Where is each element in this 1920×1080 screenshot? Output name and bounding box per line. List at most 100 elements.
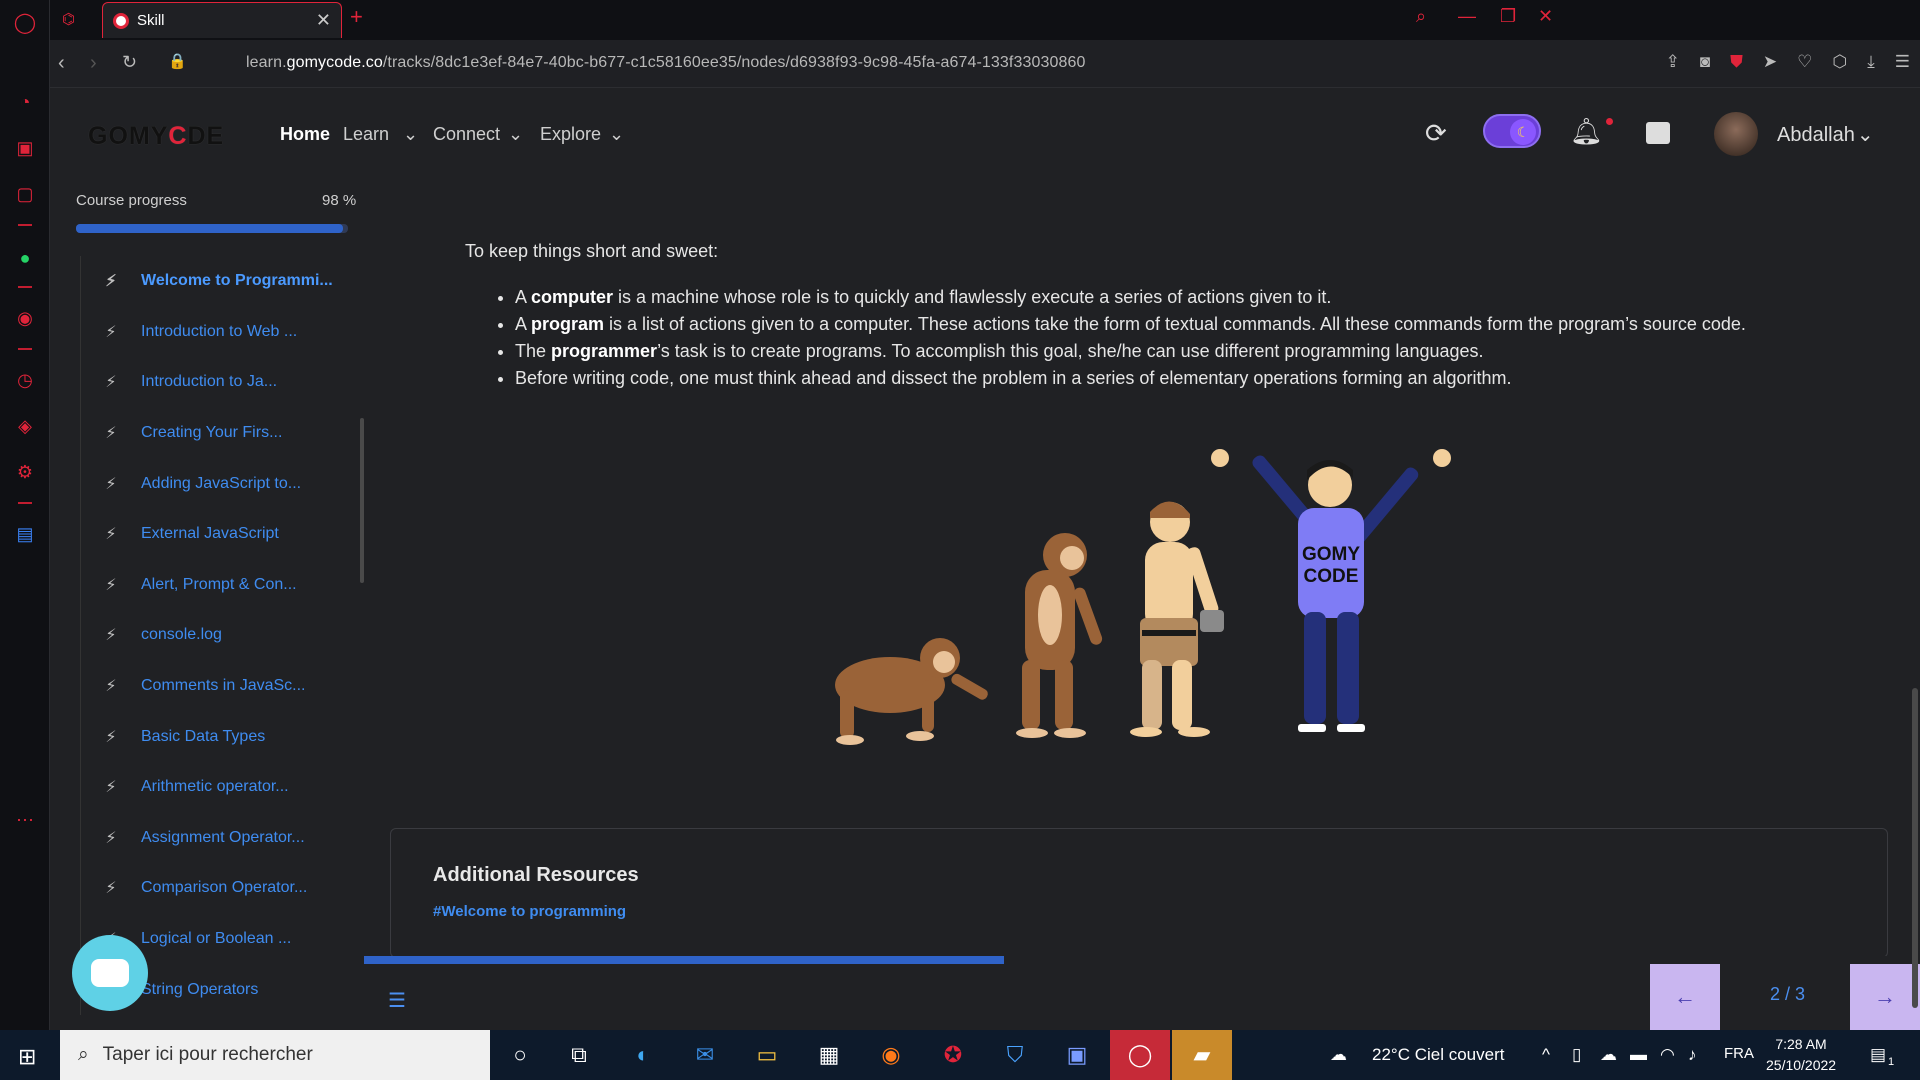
sync-icon[interactable]: ⟳	[1425, 118, 1447, 149]
opera-taskbar-icon[interactable]: ◯	[1110, 1030, 1170, 1080]
lesson-item[interactable]: ⚡︎ Assignment Operator...	[81, 813, 340, 864]
resource-link[interactable]: #Welcome to programming	[433, 903, 626, 920]
extensions-icon[interactable]: ⬡	[1832, 52, 1847, 72]
adblock-icon[interactable]: ⛊	[1730, 52, 1743, 72]
twitch-icon[interactable]: ▢	[13, 182, 37, 206]
meet-icon[interactable]: ▯	[1572, 1045, 1581, 1065]
previous-button[interactable]: ←	[1650, 964, 1720, 1030]
browser-tab[interactable]: Skill ✕	[102, 2, 342, 38]
reload-icon[interactable]: ↻	[122, 52, 137, 73]
nav-connect[interactable]: Connect ⌄	[433, 124, 523, 145]
lesson-item[interactable]: ⚡︎ External JavaScript	[81, 509, 340, 560]
settings-icon[interactable]: ⚙	[13, 460, 37, 484]
battery-icon[interactable]: ▬	[1630, 1045, 1647, 1065]
vpn-icon[interactable]: ⛉	[998, 1040, 1032, 1070]
edge-icon[interactable]: ◐	[626, 1040, 660, 1070]
cortana-icon[interactable]: ○	[503, 1040, 537, 1070]
messages-icon[interactable]	[1646, 122, 1670, 144]
lesson-item-label: Logical or Boolean ...	[141, 930, 292, 948]
opera-logo-icon[interactable]: ◯	[13, 10, 37, 34]
lesson-item[interactable]: ⚡︎ Comments in JavaSc...	[81, 661, 340, 712]
sidebar-divider	[18, 224, 32, 226]
list-item: The programmer’s task is to create progr…	[515, 338, 1746, 365]
wifi-icon[interactable]: ◠	[1660, 1045, 1675, 1065]
speed-dial-icon[interactable]: ◔	[13, 90, 37, 114]
folder-taskbar-icon[interactable]: ▰	[1172, 1030, 1232, 1080]
chat-support-button[interactable]	[72, 935, 148, 1011]
gomycode-logo[interactable]: GOMYCDE	[88, 122, 224, 151]
forward-icon[interactable]: ›	[90, 52, 97, 75]
mail-icon[interactable]: ✉	[688, 1040, 722, 1070]
language-indicator[interactable]: FRA	[1724, 1045, 1754, 1062]
player-icon[interactable]: ◉	[13, 306, 37, 330]
briefcase-icon[interactable]: ▣	[13, 136, 37, 160]
nav-learn[interactable]: Learn ⌄	[343, 124, 418, 145]
lesson-item[interactable]: ⚡︎ Introduction to Ja...	[81, 357, 340, 408]
sidebar-scrollbar[interactable]	[360, 418, 364, 583]
windows-taskbar: ⊞ ⌕ Taper ici pour rechercher ○ ⧉ ◐ ✉ ▭ …	[0, 1030, 1920, 1080]
firefox-icon[interactable]: ◉	[874, 1040, 908, 1070]
weather-text[interactable]: 22°C Ciel couvert	[1372, 1045, 1504, 1065]
volume-icon[interactable]: ♪	[1688, 1045, 1697, 1065]
next-button[interactable]: →	[1850, 964, 1920, 1030]
notification-center-icon[interactable]: ▤	[1870, 1045, 1886, 1065]
lesson-item[interactable]: ⚡︎ Creating Your Firs...	[81, 408, 340, 459]
chevron-up-icon[interactable]: ^	[1542, 1045, 1550, 1065]
share-icon[interactable]: ⇪	[1666, 52, 1680, 72]
store-icon[interactable]: ▦	[812, 1040, 846, 1070]
lesson-item[interactable]: ⚡︎ Introduction to Web ...	[81, 307, 340, 358]
taskbar-search[interactable]: ⌕ Taper ici pour rechercher	[60, 1030, 490, 1080]
whatsapp-icon[interactable]: ●	[13, 246, 37, 270]
windows-start-icon[interactable]: ⊞	[18, 1044, 36, 1070]
lesson-item[interactable]: ⚡︎ Alert, Prompt & Con...	[81, 560, 340, 611]
file-explorer-icon[interactable]: ▭	[750, 1040, 784, 1070]
tab-close-icon[interactable]: ✕	[316, 10, 331, 31]
lesson-item-label: Alert, Prompt & Con...	[141, 575, 297, 593]
lesson-item[interactable]: ⚡︎ Welcome to Programmi...	[81, 256, 340, 307]
close-window-icon[interactable]: ✕	[1538, 6, 1553, 27]
search-tabs-icon[interactable]: ⌕	[1416, 6, 1426, 27]
lesson-list-toggle-icon[interactable]: ☰	[388, 988, 406, 1013]
easy-setup-icon[interactable]: ☰	[1895, 52, 1910, 72]
download-icon[interactable]: ⤓	[1867, 52, 1875, 72]
minimize-icon[interactable]: —	[1458, 6, 1476, 27]
avatar[interactable]	[1714, 112, 1758, 156]
task-view-icon[interactable]: ⧉	[562, 1040, 596, 1070]
url-field[interactable]: learn.gomycode.co/tracks/8dc1e3ef-84e7-4…	[246, 54, 1085, 72]
programmer-figure: GOMY CODE	[1211, 449, 1451, 732]
lesson-item[interactable]: ⚡︎ Comparison Operator...	[81, 863, 340, 914]
page-scrollbar[interactable]	[1912, 688, 1918, 1008]
gx-control-icon[interactable]: ⌬	[62, 10, 75, 28]
lesson-item[interactable]: ⚡︎ Arithmetic operator...	[81, 762, 340, 813]
back-icon[interactable]: ‹	[58, 52, 65, 75]
lesson-list: ⚡︎ Welcome to Programmi... ⚡︎ Introduction …	[80, 256, 340, 1015]
lesson-item[interactable]: ⚡︎ console.log	[81, 610, 340, 661]
cube-icon[interactable]: ◈	[13, 414, 37, 438]
lesson-item[interactable]: ⚡︎ Adding JavaScript to...	[81, 458, 340, 509]
tab-title: Skill	[137, 12, 165, 29]
lesson-item[interactable]: ⚡︎ Basic Data Types	[81, 711, 340, 762]
clock[interactable]: 7:28 AM 25/10/2022	[1766, 1034, 1836, 1076]
restore-icon[interactable]: ❐	[1500, 6, 1516, 27]
onedrive-icon[interactable]: ☁	[1600, 1045, 1617, 1065]
phone-link-icon[interactable]: ▣	[1060, 1040, 1094, 1070]
notification-dot	[1606, 118, 1613, 125]
camera-icon[interactable]: ◙	[1700, 52, 1710, 72]
app-icon[interactable]: ✪	[936, 1040, 970, 1070]
lightning-icon: ⚡︎	[105, 880, 117, 898]
list-item: A computer is a machine whose role is to…	[515, 284, 1746, 311]
heart-icon[interactable]: ♡	[1797, 52, 1812, 72]
translate-icon[interactable]: ▤	[13, 522, 37, 546]
nav-home[interactable]: Home	[280, 124, 330, 145]
send-icon[interactable]: ➤	[1763, 52, 1777, 72]
notification-bell-icon[interactable]: 🔔︎	[1570, 116, 1603, 147]
history-icon[interactable]: ◷	[13, 368, 37, 392]
more-icon[interactable]: ⋯	[13, 808, 37, 832]
weather-icon[interactable]: ☁	[1330, 1045, 1347, 1065]
user-menu[interactable]: Abdallah ⌄	[1777, 122, 1874, 147]
opera-sidebar: ◯ ◔ ▣ ▢ ● ◉ ◷ ◈ ⚙ ▤ ⋯	[0, 0, 50, 1030]
dark-mode-toggle[interactable]: ☾	[1483, 114, 1541, 148]
lock-icon: 🔒	[168, 53, 187, 70]
new-tab-icon[interactable]: +	[350, 4, 363, 30]
nav-explore[interactable]: Explore ⌄	[540, 124, 624, 145]
